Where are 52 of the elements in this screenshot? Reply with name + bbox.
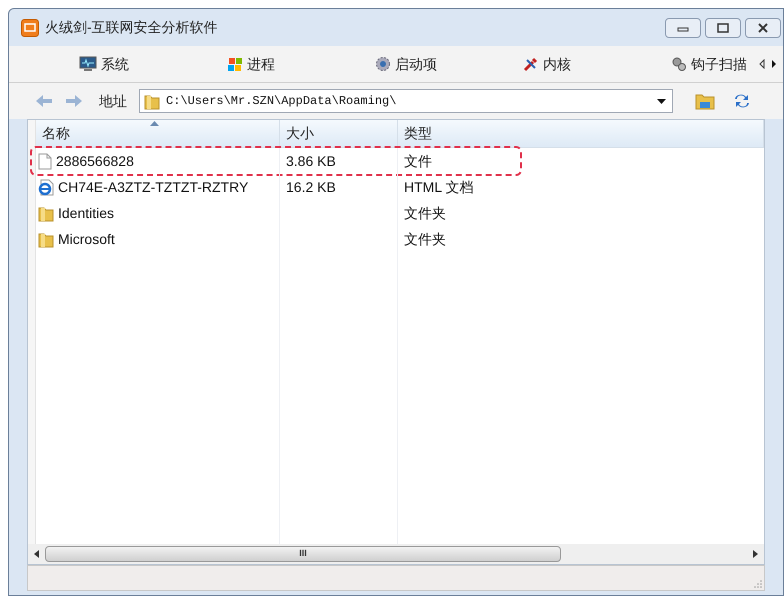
wrench-icon — [523, 56, 539, 72]
toolbar-tab[interactable]: 启动项 — [375, 54, 523, 74]
file-row[interactable]: CH74E-A3ZTZ-TZTZT-RZTRY 16.2 KB HTML 文档 — [36, 174, 764, 200]
file-size: 16.2 KB — [286, 178, 336, 194]
file-row[interactable]: Identities 文件夹 — [36, 200, 764, 226]
toolbar-tab[interactable]: 内核 — [523, 54, 671, 74]
scroll-left-icon[interactable] — [759, 59, 765, 69]
file-type: 文件 — [404, 152, 432, 168]
folder-icon — [38, 204, 54, 222]
maximize-button[interactable] — [705, 18, 741, 38]
scroll-left-icon[interactable] — [34, 550, 39, 558]
gears-icon — [671, 56, 687, 72]
file-type: 文件夹 — [404, 230, 446, 246]
toolbar-tab[interactable]: 系统 — [79, 54, 227, 74]
gear-icon — [375, 56, 391, 72]
file-type: HTML 文档 — [404, 178, 474, 194]
browser-document-icon — [38, 178, 54, 196]
close-icon — [757, 22, 769, 32]
refresh-icon[interactable] — [733, 93, 751, 109]
dropdown-arrow-icon[interactable] — [657, 98, 666, 104]
resize-grip-icon[interactable] — [754, 580, 762, 588]
minimize-button[interactable] — [665, 18, 701, 38]
toolbar-tab[interactable]: 进程 — [227, 54, 375, 74]
file-name: 2886566828 — [56, 152, 134, 170]
folder-icon — [38, 230, 54, 248]
scroll-right-icon[interactable] — [753, 550, 758, 558]
window-title: 火绒剑-互联网安全分析软件 — [45, 18, 218, 37]
scrollbar-thumb[interactable]: III — [45, 546, 561, 562]
file-name: Microsoft — [58, 230, 115, 248]
document-icon — [38, 152, 52, 170]
address-field[interactable]: C:\Users\Mr.SZN\AppData\Roaming\ — [139, 89, 673, 113]
horizontal-scrollbar[interactable]: III — [28, 544, 764, 564]
column-header[interactable]: 大小 — [280, 120, 398, 147]
column-header[interactable]: 类型 — [398, 120, 764, 147]
address-label: 地址 — [99, 92, 127, 110]
file-size: 3.86 KB — [286, 152, 336, 168]
sort-arrow-icon — [150, 121, 159, 126]
flag-icon — [227, 56, 243, 72]
file-row[interactable]: 2886566828 3.86 KB 文件 — [32, 148, 520, 174]
monitor-icon — [79, 56, 97, 72]
folder-icon[interactable] — [695, 92, 715, 110]
file-name: CH74E-A3ZTZ-TZTZT-RZTRY — [58, 178, 248, 196]
file-row[interactable]: Microsoft 文件夹 — [36, 226, 764, 252]
file-type: 文件夹 — [404, 204, 446, 220]
folder-icon — [144, 92, 160, 110]
column-header[interactable]: 名称 — [36, 120, 280, 147]
toolbar-tab[interactable]: 钩子扫描 — [671, 54, 747, 74]
app-icon — [21, 18, 39, 36]
file-name: Identities — [58, 204, 114, 222]
maximize-icon — [717, 22, 729, 32]
close-button[interactable] — [745, 18, 781, 38]
scroll-right-icon[interactable] — [771, 59, 777, 69]
